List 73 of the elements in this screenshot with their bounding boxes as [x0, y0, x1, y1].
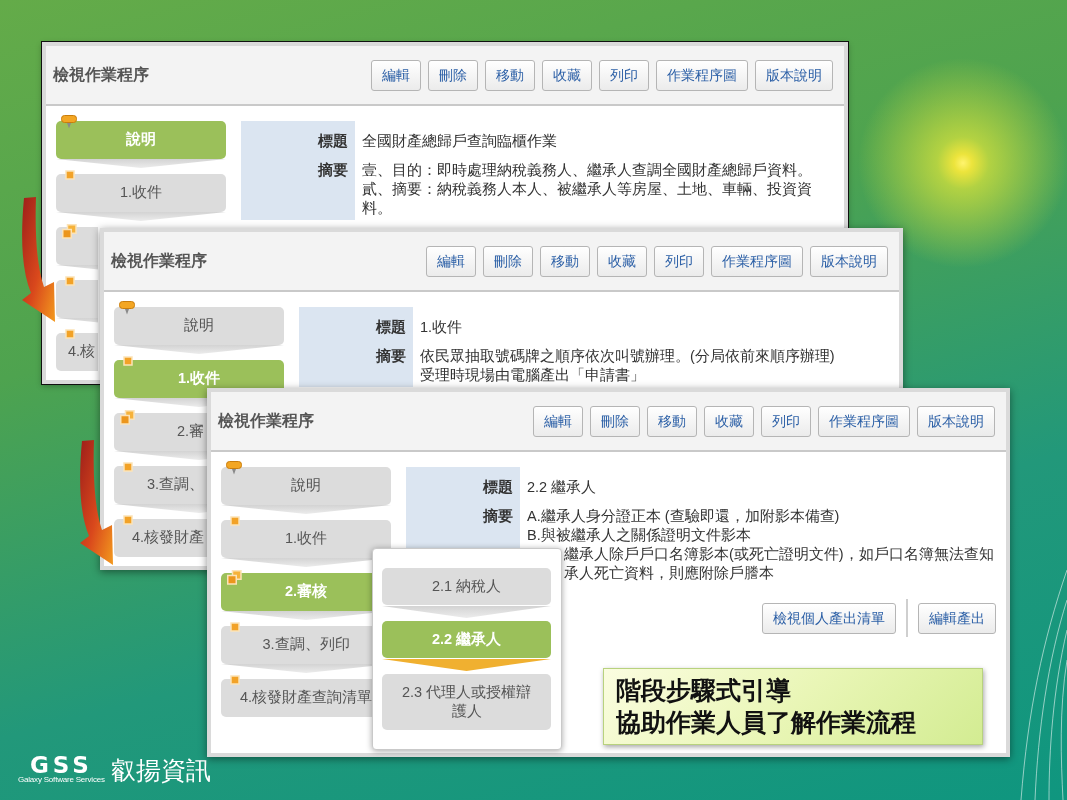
bookmark-button[interactable]: 收藏: [704, 405, 754, 437]
print-button[interactable]: 列印: [761, 405, 811, 437]
field-text: 依民眾抽取號碼牌之順序依次叫號辦理。(分局依前來順序辦理): [420, 347, 835, 366]
version-notes-button[interactable]: 版本說明: [917, 405, 995, 437]
edit-button[interactable]: 編輯: [533, 405, 583, 437]
window-title: 檢視作業程序: [218, 411, 314, 432]
field-text: 2.2 繼承人: [527, 478, 597, 497]
field-text: 1.收件: [420, 318, 463, 337]
step-item[interactable]: 說明: [221, 461, 391, 505]
callout-text: 協助作業人員了解作業流程: [616, 707, 916, 738]
square-icon: [230, 622, 240, 632]
window-title: 檢視作業程序: [53, 65, 149, 86]
step-item[interactable]: [56, 274, 98, 318]
pin-icon: [61, 115, 77, 129]
step-item[interactable]: 2.審: [114, 407, 207, 451]
edit-output-button[interactable]: 編輯產出: [918, 602, 996, 634]
delete-button[interactable]: 刪除: [428, 59, 478, 91]
square-icon: [230, 516, 240, 526]
step-item[interactable]: 1.收件: [221, 514, 391, 558]
field-text: 壹、目的：即時處理納稅義務人、繼承人查調全國財產總歸戶資料。: [362, 161, 812, 180]
step-item[interactable]: 4.核發財產: [114, 513, 207, 557]
square-icon: [65, 329, 75, 339]
company-name: 叡揚資訊: [110, 755, 211, 785]
version-notes-button[interactable]: 版本說明: [810, 245, 888, 277]
logo-tagline: Galaxy Software Services: [18, 775, 105, 785]
delete-button[interactable]: 刪除: [590, 405, 640, 437]
field-text: A.繼承人身分證正本 (查驗即還，加附影本備查): [527, 507, 840, 526]
edit-button[interactable]: 編輯: [371, 59, 421, 91]
move-button[interactable]: 移動: [485, 59, 535, 91]
stacked-squares-icon: [227, 570, 242, 585]
flowchart-button[interactable]: 作業程序圖: [711, 245, 803, 277]
field-text: 承人死亡資料，則應附除戶謄本: [564, 564, 774, 583]
field-text: 貳、摘要：納稅義務人本人、被繼承人等房屋、土地、車輛、投資資: [362, 180, 812, 199]
square-icon: [123, 515, 133, 525]
field-label: 標題: [241, 121, 355, 161]
bookmark-button[interactable]: 收藏: [542, 59, 592, 91]
move-button[interactable]: 移動: [540, 245, 590, 277]
step-item[interactable]: 3.查調、: [114, 460, 207, 504]
square-icon: [65, 276, 75, 286]
field-label: 標題: [299, 307, 413, 347]
stacked-squares-icon: [120, 410, 135, 425]
stacked-squares-icon: [62, 224, 77, 239]
edit-button[interactable]: 編輯: [426, 245, 476, 277]
window-title: 檢視作業程序: [111, 251, 207, 272]
square-icon: [123, 356, 133, 366]
field-text: 受理時現場由電腦產出「申請書」: [420, 366, 645, 385]
print-button[interactable]: 列印: [599, 59, 649, 91]
pin-icon: [226, 461, 242, 475]
step-item[interactable]: [56, 221, 98, 265]
callout-text: 階段步驟式引導: [616, 675, 791, 706]
pin-icon: [119, 301, 135, 315]
move-button[interactable]: 移動: [647, 405, 697, 437]
version-notes-button[interactable]: 版本說明: [755, 59, 833, 91]
print-button[interactable]: 列印: [654, 245, 704, 277]
field-text: 料。: [362, 199, 392, 218]
field-text: 全國財產總歸戶查詢臨櫃作業: [362, 132, 557, 151]
flowchart-button[interactable]: 作業程序圖: [818, 405, 910, 437]
field-label: 標題: [406, 467, 520, 507]
square-icon: [65, 170, 75, 180]
delete-button[interactable]: 刪除: [483, 245, 533, 277]
field-text: 繼承人除戶戶口名簿影本(或死亡證明文件)，如戶口名簿無法查知: [564, 545, 994, 564]
view-outputs-button[interactable]: 檢視個人產出清單: [762, 602, 896, 634]
field-label: 摘要: [241, 161, 355, 220]
logo-mark: GSS: [29, 755, 93, 775]
flowchart-button[interactable]: 作業程序圖: [656, 59, 748, 91]
square-icon: [123, 462, 133, 472]
field-label: 摘要: [299, 347, 413, 387]
step-item[interactable]: 1.收件: [56, 168, 226, 212]
square-icon: [230, 675, 240, 685]
step-item[interactable]: 說明: [114, 301, 284, 345]
bookmark-button[interactable]: 收藏: [597, 245, 647, 277]
step-item[interactable]: 4.核: [56, 327, 98, 371]
field-text: B.與被繼承人之關係證明文件影本: [527, 526, 751, 545]
